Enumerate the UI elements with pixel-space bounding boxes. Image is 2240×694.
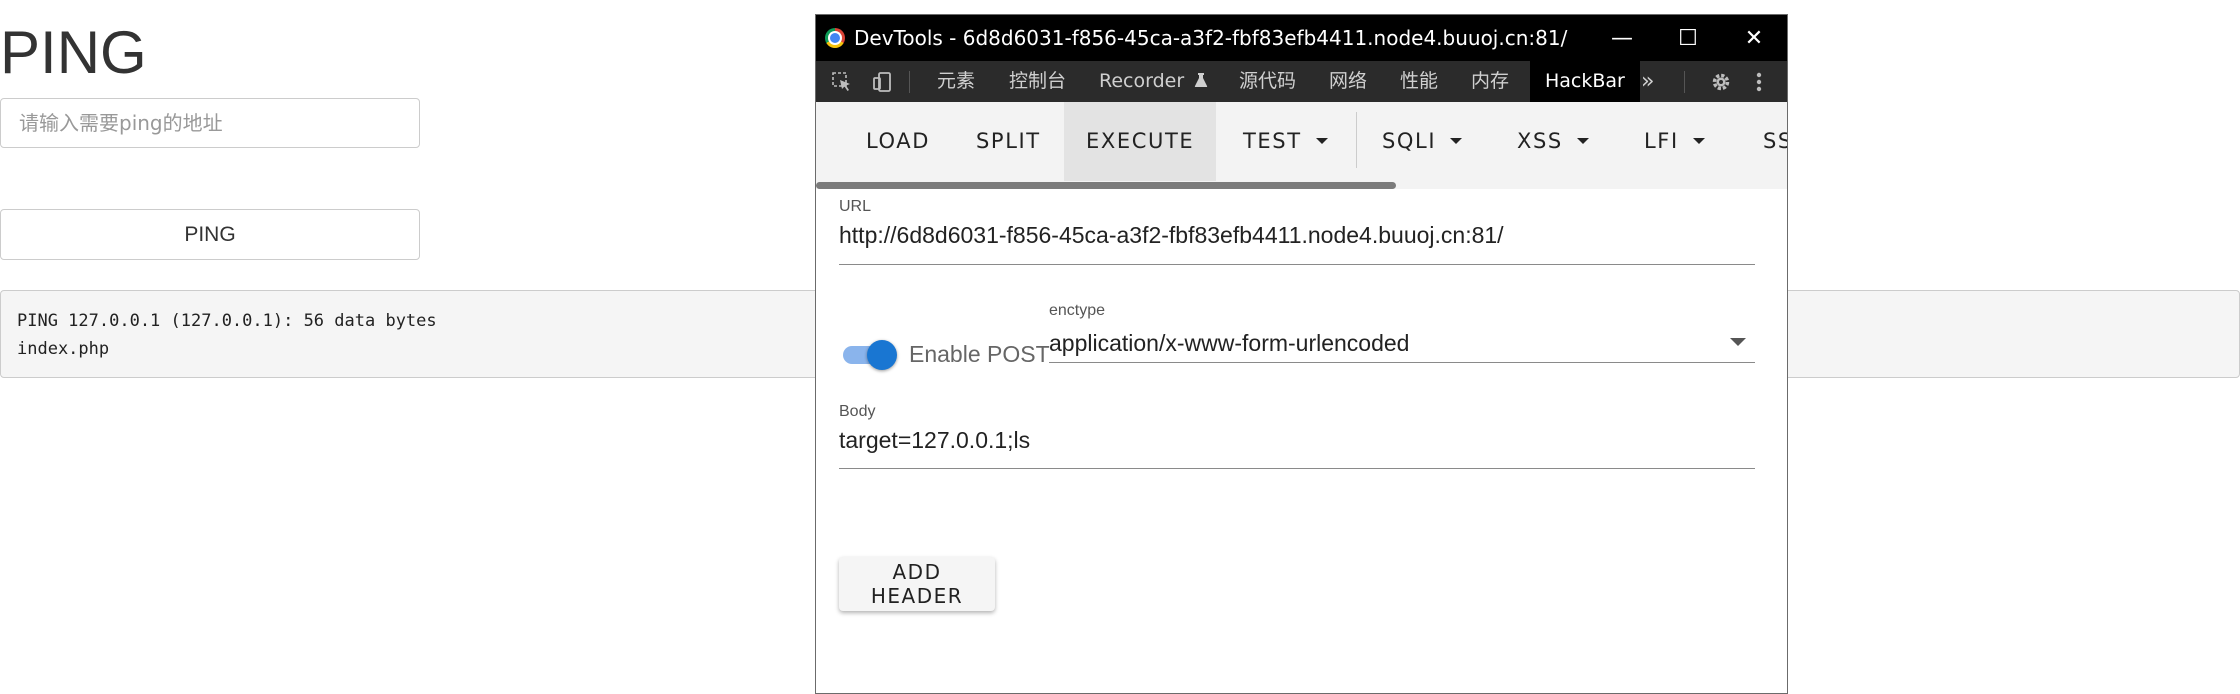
test-label: TEST <box>1243 129 1302 153</box>
more-vertical-icon[interactable] <box>1746 61 1772 102</box>
tab-recorder-label: Recorder <box>1099 70 1185 92</box>
tab-recorder[interactable]: Recorder <box>1099 61 1208 102</box>
url-field[interactable]: http://6d8d6031-f856-45ca-a3f2-fbf83efb4… <box>839 222 1504 249</box>
tabbar-divider <box>1684 71 1685 93</box>
tab-sources[interactable]: 源代码 <box>1239 61 1296 102</box>
xss-label: XSS <box>1517 129 1563 153</box>
body-field[interactable]: target=127.0.0.1;ls <box>839 427 1030 454</box>
flask-icon <box>1195 73 1208 87</box>
tab-network[interactable]: 网络 <box>1329 61 1367 102</box>
tabbar-divider <box>909 71 910 93</box>
chevron-down-icon <box>1692 137 1705 144</box>
tab-memory[interactable]: 内存 <box>1471 61 1509 102</box>
chevron-down-icon <box>1450 137 1463 144</box>
add-header-button[interactable]: ADD HEADER <box>839 557 995 611</box>
toolbar-divider <box>1356 112 1357 168</box>
tab-hackbar[interactable]: HackBar <box>1530 61 1640 102</box>
toolbar-scrollbar[interactable] <box>816 182 1396 189</box>
ping-address-input[interactable] <box>0 98 420 148</box>
settings-gear-icon[interactable] <box>1708 61 1734 102</box>
enctype-label: enctype <box>1049 302 1106 319</box>
more-tabs-button[interactable]: » <box>1641 61 1654 102</box>
toggle-thumb <box>867 340 897 370</box>
execute-button[interactable]: EXECUTE <box>1064 102 1217 181</box>
close-button[interactable]: ✕ <box>1721 15 1787 61</box>
ping-button[interactable]: PING <box>0 209 420 260</box>
chevron-down-icon <box>1576 137 1589 144</box>
enctype-underline <box>1049 362 1755 363</box>
inspect-element-icon[interactable] <box>828 61 856 102</box>
xss-dropdown[interactable]: XSS <box>1517 102 1589 181</box>
tab-console[interactable]: 控制台 <box>1009 61 1066 102</box>
lfi-label: LFI <box>1644 129 1679 153</box>
enctype-select[interactable]: application/x-www-form-urlencoded <box>1049 330 1409 357</box>
load-button[interactable]: LOAD <box>866 102 930 181</box>
chrome-logo-icon <box>825 28 845 48</box>
hackbar-toolbar: LOAD SPLIT EXECUTE TEST SQLI XSS LFI SS <box>816 102 1787 189</box>
test-dropdown[interactable]: TEST <box>1243 102 1328 181</box>
window-titlebar[interactable]: DevTools - 6d8d6031-f856-45ca-a3f2-fbf83… <box>816 15 1787 61</box>
url-label: URL <box>839 198 872 215</box>
tab-performance[interactable]: 性能 <box>1400 61 1438 102</box>
window-title: DevTools - 6d8d6031-f856-45ca-a3f2-fbf83… <box>854 26 1568 50</box>
sqli-label: SQLI <box>1382 129 1437 153</box>
url-underline <box>839 264 1755 265</box>
lfi-dropdown[interactable]: LFI <box>1644 102 1705 181</box>
body-underline <box>839 468 1755 469</box>
enable-post-label: Enable POST <box>909 341 1050 367</box>
body-label: Body <box>839 403 876 420</box>
devtools-window: DevTools - 6d8d6031-f856-45ca-a3f2-fbf83… <box>815 14 1788 694</box>
device-toolbar-icon[interactable] <box>869 61 897 102</box>
devtools-tabbar: 元素 控制台 Recorder 源代码 网络 性能 内存 HackBar » <box>816 61 1787 102</box>
chevron-down-icon <box>1315 137 1328 144</box>
sqli-dropdown[interactable]: SQLI <box>1382 102 1463 181</box>
page-title: PING <box>0 19 147 86</box>
tab-elements[interactable]: 元素 <box>937 61 975 102</box>
ssti-dropdown[interactable]: SS <box>1763 102 1787 181</box>
maximize-button[interactable]: ☐ <box>1655 15 1721 61</box>
dropdown-arrow-icon <box>1730 338 1746 346</box>
minimize-button[interactable]: — <box>1589 15 1655 61</box>
split-button[interactable]: SPLIT <box>976 102 1041 181</box>
enable-post-toggle[interactable] <box>841 336 899 372</box>
